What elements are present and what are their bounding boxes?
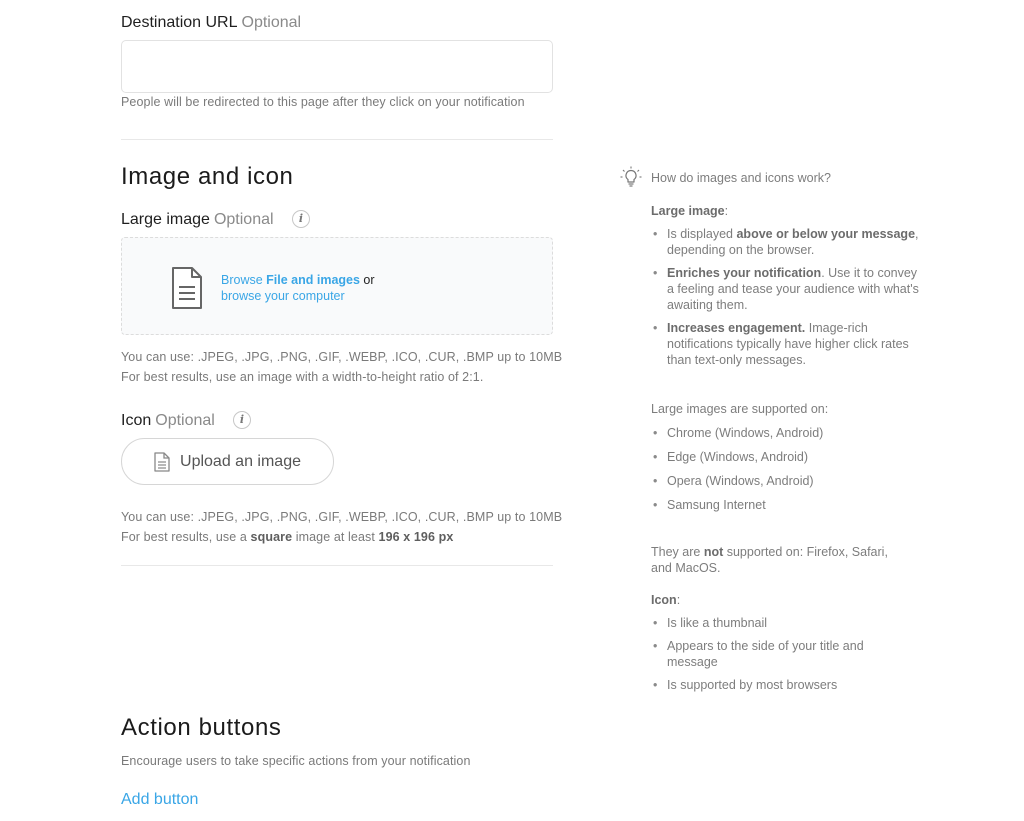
large-image-help: You can use: .JPEG, .JPG, .PNG, .GIF, .W… xyxy=(121,347,562,387)
large-image-info-icon[interactable]: i xyxy=(292,210,310,228)
icon-size-hint: For best results, use a square image at … xyxy=(121,527,562,547)
image-section-title: Image and icon xyxy=(121,163,294,190)
list-item: Opera (Windows, Android) xyxy=(651,473,921,489)
point-bold: Enriches your notification xyxy=(667,266,822,280)
optional-tag: Optional xyxy=(213,211,274,228)
browse-prefix: Browse xyxy=(221,273,267,287)
icon-points: Is like a thumbnail Appears to the side … xyxy=(651,615,921,693)
lightbulb-icon xyxy=(620,166,642,187)
supported-browsers: Chrome (Windows, Android) Edge (Windows,… xyxy=(651,425,921,513)
help-heading: How do images and icons work? xyxy=(651,171,831,185)
large-image-help-title: Large image: xyxy=(651,203,921,219)
icon-help-title: Icon: xyxy=(651,592,921,608)
not-bold: not xyxy=(703,545,724,559)
icon-hint-square: square xyxy=(250,530,293,544)
action-section-description: Encourage users to take specific actions… xyxy=(121,754,471,768)
icon-help: You can use: .JPEG, .JPG, .PNG, .GIF, .W… xyxy=(121,507,562,547)
large-image-points: Is displayed above or below your message… xyxy=(651,226,921,368)
divider xyxy=(121,139,553,140)
upload-image-label: Upload an image xyxy=(180,452,301,470)
dropzone-text: Browse File and images or browse your co… xyxy=(221,272,375,304)
or-text: or xyxy=(359,273,375,287)
point-bold: above or below your message xyxy=(736,227,916,241)
destination-url-input[interactable] xyxy=(121,40,553,93)
list-item: Appears to the side of your title and me… xyxy=(651,638,891,670)
browse-file-images-link[interactable]: File and images xyxy=(266,273,360,287)
divider xyxy=(121,565,553,566)
large-image-help-title-text: Large image xyxy=(651,204,725,218)
large-image-label: Large image Optional xyxy=(121,211,274,229)
icon-hint-size: 196 x 196 px xyxy=(378,530,454,544)
icon-label-text: Icon xyxy=(121,412,152,429)
supported-title: Large images are supported on: xyxy=(651,402,829,416)
point-pre: Is displayed xyxy=(667,227,737,241)
large-image-ratio: For best results, use an image with a wi… xyxy=(121,370,484,384)
icon-formats: You can use: .JPEG, .JPG, .PNG, .GIF, .W… xyxy=(121,510,563,524)
list-item: Is displayed above or below your message… xyxy=(651,226,921,258)
destination-url-label: Destination URL Optional xyxy=(121,14,301,32)
colon: : xyxy=(676,593,681,607)
list-item: Increases engagement. Image-rich notific… xyxy=(651,320,921,368)
upload-image-button[interactable]: Upload an image xyxy=(121,438,334,485)
list-item: Samsung Internet xyxy=(651,497,921,513)
add-button-link[interactable]: Add button xyxy=(121,791,198,809)
not-supported-text: They are not supported on: Firefox, Safa… xyxy=(651,544,906,576)
list-item: Is supported by most browsers xyxy=(651,677,921,693)
icon-info-icon[interactable]: i xyxy=(233,411,251,429)
large-image-formats: You can use: .JPEG, .JPG, .PNG, .GIF, .W… xyxy=(121,350,563,364)
optional-tag: Optional xyxy=(155,412,215,429)
colon: : xyxy=(724,204,729,218)
large-image-dropzone[interactable]: Browse File and images or browse your co… xyxy=(121,237,553,335)
icon-help-title-text: Icon xyxy=(651,593,677,607)
document-icon xyxy=(172,267,202,309)
list-item: Enriches your notification. Use it to co… xyxy=(651,265,921,313)
action-section-title: Action buttons xyxy=(121,714,282,741)
list-item: Edge (Windows, Android) xyxy=(651,449,921,465)
large-image-label-text: Large image xyxy=(121,211,210,228)
destination-url-help: People will be redirected to this page a… xyxy=(121,95,525,109)
destination-url-label-text: Destination URL xyxy=(121,14,238,31)
browse-computer-link[interactable]: browse your computer xyxy=(221,289,345,303)
optional-tag: Optional xyxy=(241,14,302,31)
icon-hint-prefix: For best results, use a xyxy=(121,530,251,544)
not-pre: They are xyxy=(651,545,704,559)
list-item: Is like a thumbnail xyxy=(651,615,921,631)
icon-hint-mid: image at least xyxy=(292,530,379,544)
file-icon xyxy=(154,451,170,472)
list-item: Chrome (Windows, Android) xyxy=(651,425,921,441)
help-panel: Large image: Is displayed above or below… xyxy=(651,203,921,700)
point-bold: Increases engagement. xyxy=(667,321,806,335)
icon-label: Icon Optional xyxy=(121,412,215,430)
